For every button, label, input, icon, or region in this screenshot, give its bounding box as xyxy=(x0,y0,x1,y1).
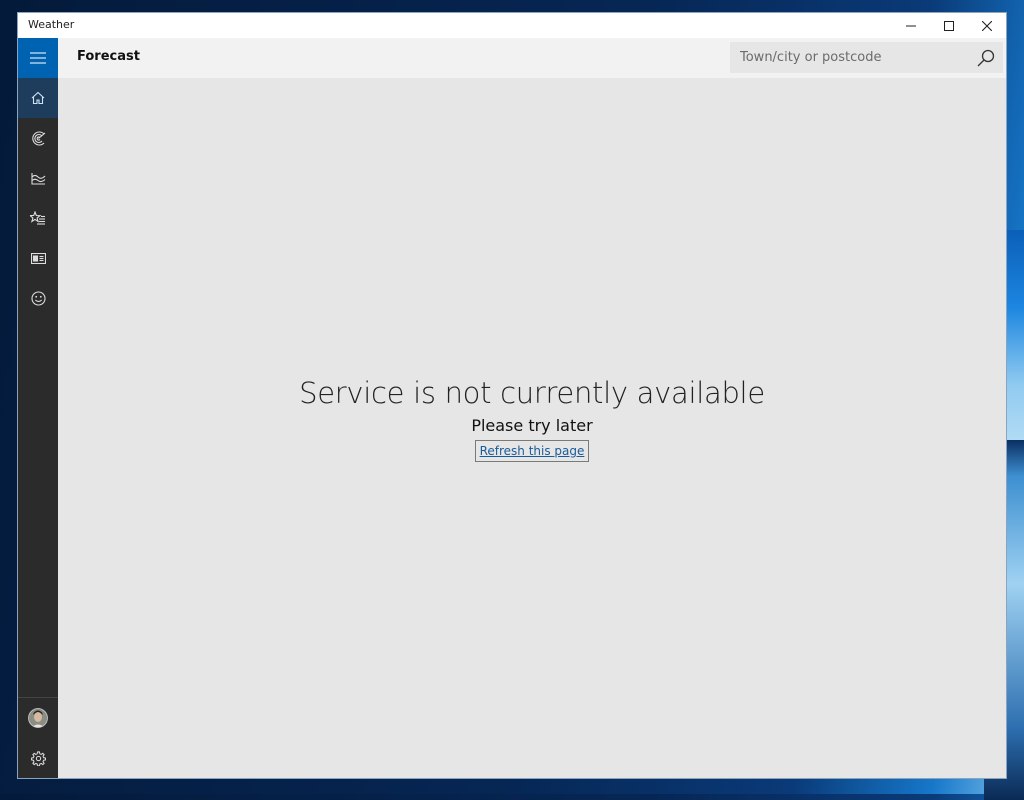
location-search-input[interactable] xyxy=(730,42,970,73)
page-title: Forecast xyxy=(77,49,140,64)
chart-icon xyxy=(30,172,45,185)
search-box xyxy=(730,42,1003,73)
main-content: Service is not currently available Pleas… xyxy=(58,78,1006,778)
news-icon xyxy=(30,252,46,264)
window-title: Weather xyxy=(28,18,75,31)
weather-window: Weather Forecast Town/city or postcode S… xyxy=(17,12,1007,779)
settings-button[interactable] xyxy=(18,738,58,778)
error-message: Service is not currently available Pleas… xyxy=(58,376,1006,462)
home-icon xyxy=(31,91,45,105)
account-button[interactable] xyxy=(18,698,58,738)
sidebar-item-news[interactable] xyxy=(18,238,58,278)
close-button[interactable] xyxy=(968,13,1006,38)
close-icon xyxy=(982,20,992,31)
minimize-icon xyxy=(906,25,916,26)
sidebar-item-forecast[interactable] xyxy=(18,78,58,118)
sidebar-item-feedback[interactable] xyxy=(18,278,58,318)
maximize-icon xyxy=(944,20,954,31)
hamburger-icon xyxy=(30,52,46,64)
maximize-button[interactable] xyxy=(930,13,968,38)
avatar xyxy=(28,708,48,728)
sidebar-item-maps[interactable] xyxy=(18,118,58,158)
error-subtext: Please try later xyxy=(471,416,593,435)
search-icon xyxy=(977,49,995,67)
radar-icon xyxy=(31,131,45,145)
search-button[interactable] xyxy=(975,47,997,69)
app-header: Forecast xyxy=(58,38,1006,78)
error-headline: Service is not currently available xyxy=(299,376,765,410)
favorites-icon xyxy=(30,211,45,225)
hamburger-menu-button[interactable] xyxy=(18,38,58,78)
gear-icon xyxy=(30,750,46,766)
sidebar-item-places[interactable] xyxy=(18,198,58,238)
navigation-sidebar xyxy=(18,38,58,778)
refresh-page-link[interactable]: Refresh this page xyxy=(474,440,590,462)
smiley-icon xyxy=(30,290,46,306)
title-bar[interactable]: Weather xyxy=(18,13,1006,38)
minimize-button[interactable] xyxy=(892,13,930,38)
sidebar-item-historical-weather[interactable] xyxy=(18,158,58,198)
